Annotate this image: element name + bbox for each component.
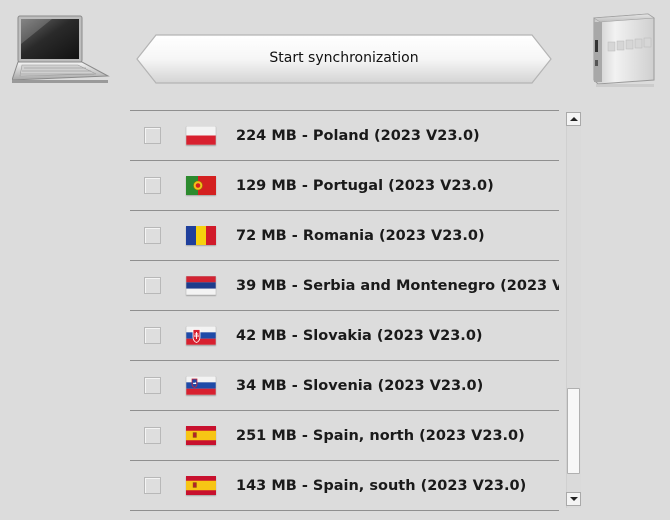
item-label: 42 MB - Slovakia (2023 V23.0) [236, 328, 483, 344]
romania-flag-icon [186, 226, 216, 245]
start-synchronization-button[interactable]: Start synchronization [136, 34, 552, 84]
navigation-device-icon [588, 10, 658, 90]
item-checkbox[interactable] [144, 327, 161, 344]
item-checkbox[interactable] [144, 127, 161, 144]
item-checkbox[interactable] [144, 427, 161, 444]
portugal-flag-icon [186, 176, 216, 195]
list-item[interactable]: 34 MB - Slovenia (2023 V23.0) [130, 361, 559, 411]
item-checkbox[interactable] [144, 177, 161, 194]
serbia-flag-icon [185, 275, 217, 296]
vertical-scrollbar[interactable] [566, 112, 581, 508]
scrollbar-thumb[interactable] [567, 388, 580, 474]
laptop-icon [11, 14, 112, 86]
list-item[interactable]: 42 MB - Slovakia (2023 V23.0) [130, 311, 559, 361]
item-label: 251 MB - Spain, north (2023 V23.0) [236, 428, 525, 444]
item-checkbox[interactable] [144, 477, 161, 494]
slovenia-flag-icon [185, 375, 217, 396]
poland-flag-icon [185, 125, 217, 146]
list-item[interactable]: 143 MB - Spain, south (2023 V23.0) [130, 461, 559, 511]
list-item[interactable]: 224 MB - Poland (2023 V23.0) [130, 111, 559, 161]
item-label: 72 MB - Romania (2023 V23.0) [236, 228, 485, 244]
map-list: 224 MB - Poland (2023 V23.0) 129 MB - Po… [130, 110, 559, 520]
list-item[interactable]: 39 MB - Serbia and Montenegro (2023 V23.… [130, 261, 559, 311]
item-checkbox[interactable] [144, 377, 161, 394]
item-label: 39 MB - Serbia and Montenegro (2023 V23.… [236, 278, 559, 294]
start-synchronization-label: Start synchronization [269, 50, 419, 66]
spain-flag-icon [186, 476, 216, 495]
item-label: 129 MB - Portugal (2023 V23.0) [236, 178, 494, 194]
list-item[interactable]: 72 MB - Romania (2023 V23.0) [130, 211, 559, 261]
scroll-up-arrow-icon[interactable] [566, 112, 581, 126]
list-item[interactable]: 129 MB - Portugal (2023 V23.0) [130, 161, 559, 211]
item-label: 34 MB - Slovenia (2023 V23.0) [236, 378, 484, 394]
slovakia-flag-icon [185, 325, 217, 346]
item-checkbox[interactable] [144, 227, 161, 244]
spain-flag-icon [186, 426, 216, 445]
item-label: 224 MB - Poland (2023 V23.0) [236, 128, 480, 144]
item-label: 143 MB - Spain, south (2023 V23.0) [236, 478, 527, 494]
list-item[interactable]: 251 MB - Spain, north (2023 V23.0) [130, 411, 559, 461]
item-checkbox[interactable] [144, 277, 161, 294]
scroll-down-arrow-icon[interactable] [566, 492, 581, 506]
